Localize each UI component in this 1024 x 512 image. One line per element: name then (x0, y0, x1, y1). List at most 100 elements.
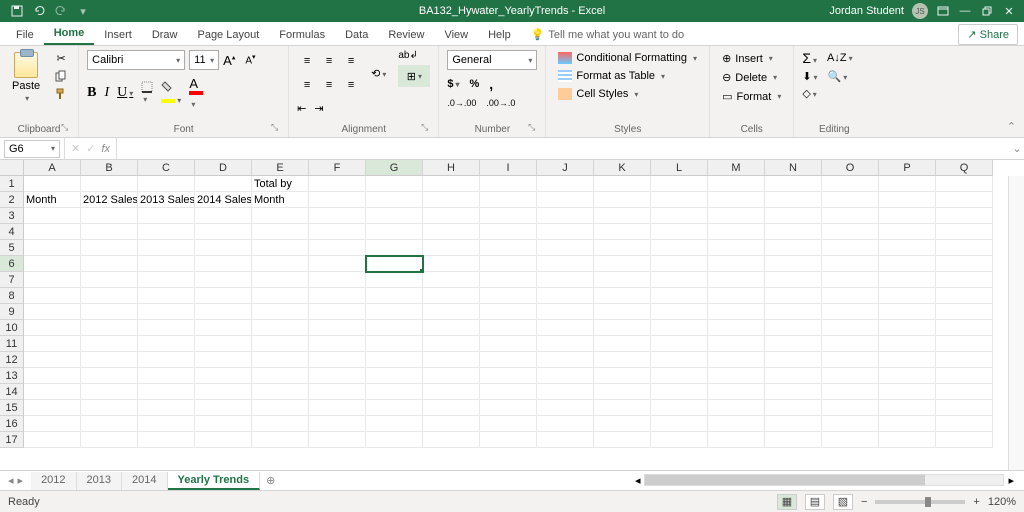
column-header[interactable]: G (366, 160, 423, 176)
cell[interactable] (651, 176, 708, 192)
cell[interactable] (879, 368, 936, 384)
cell[interactable] (765, 272, 822, 288)
tab-home[interactable]: Home (44, 23, 95, 45)
sheet-tab[interactable]: 2014 (122, 472, 167, 490)
cell[interactable] (252, 336, 309, 352)
cell[interactable] (537, 368, 594, 384)
tell-me-search[interactable]: 💡 Tell me what you want to do (521, 24, 694, 45)
horizontal-scrollbar[interactable]: ◂ ▸ (281, 474, 1024, 487)
cell[interactable] (252, 208, 309, 224)
cell[interactable] (822, 400, 879, 416)
cell[interactable] (423, 224, 480, 240)
cell[interactable] (309, 224, 366, 240)
column-header[interactable]: F (309, 160, 366, 176)
cell[interactable] (195, 384, 252, 400)
cell[interactable] (879, 288, 936, 304)
cell[interactable] (138, 336, 195, 352)
column-header[interactable]: A (24, 160, 81, 176)
cell[interactable] (936, 224, 993, 240)
row-header[interactable]: 11 (0, 336, 24, 352)
cell[interactable] (480, 400, 537, 416)
cell[interactable] (81, 384, 138, 400)
cell-styles-button[interactable]: Cell Styles▾ (554, 86, 701, 102)
cell[interactable] (936, 304, 993, 320)
cell[interactable] (480, 256, 537, 272)
font-dialog-launcher[interactable]: ⤡ (271, 122, 278, 133)
cell[interactable] (879, 240, 936, 256)
cell[interactable] (195, 320, 252, 336)
cell[interactable] (138, 176, 195, 192)
paste-button[interactable]: Paste ▾ (8, 50, 44, 105)
cell[interactable] (252, 400, 309, 416)
cell[interactable] (651, 400, 708, 416)
cell[interactable] (195, 416, 252, 432)
column-header[interactable]: Q (936, 160, 993, 176)
cell[interactable] (594, 176, 651, 192)
share-button[interactable]: ↗ Share (958, 24, 1018, 45)
cell[interactable] (537, 192, 594, 208)
cell[interactable] (594, 240, 651, 256)
tab-page-layout[interactable]: Page Layout (187, 25, 269, 45)
cell[interactable] (708, 208, 765, 224)
sheet-tab[interactable]: 2013 (77, 472, 122, 490)
cell[interactable] (822, 224, 879, 240)
cell[interactable] (138, 240, 195, 256)
cell[interactable] (366, 336, 423, 352)
cell[interactable] (81, 416, 138, 432)
hscroll-left-icon[interactable]: ◂ (635, 474, 641, 487)
cell[interactable] (537, 400, 594, 416)
cell[interactable] (480, 352, 537, 368)
cell[interactable] (708, 416, 765, 432)
cell[interactable] (309, 352, 366, 368)
align-bottom-icon[interactable]: ≡ (341, 50, 361, 72)
ribbon-display-icon[interactable] (936, 4, 950, 18)
cell[interactable] (537, 432, 594, 448)
cell[interactable] (765, 304, 822, 320)
autosum-button[interactable]: Σ▾ (802, 50, 817, 66)
cell[interactable] (537, 320, 594, 336)
cell[interactable] (24, 432, 81, 448)
cell[interactable] (879, 416, 936, 432)
cell[interactable] (423, 192, 480, 208)
row-header[interactable]: 2 (0, 192, 24, 208)
cell[interactable] (822, 336, 879, 352)
increase-decimal-icon[interactable]: .0→.00 (447, 98, 476, 108)
cell[interactable] (24, 304, 81, 320)
avatar[interactable]: JS (912, 3, 928, 19)
cell[interactable] (480, 432, 537, 448)
cell[interactable] (24, 288, 81, 304)
cell[interactable] (822, 320, 879, 336)
cell[interactable] (138, 272, 195, 288)
cell[interactable] (936, 400, 993, 416)
cell[interactable] (81, 400, 138, 416)
save-icon[interactable] (10, 4, 24, 18)
cell[interactable] (594, 256, 651, 272)
cell[interactable] (822, 304, 879, 320)
cell[interactable] (708, 192, 765, 208)
cell[interactable] (765, 400, 822, 416)
cell[interactable] (195, 368, 252, 384)
cell[interactable] (480, 176, 537, 192)
cell[interactable] (822, 272, 879, 288)
tab-draw[interactable]: Draw (142, 25, 188, 45)
cell[interactable] (822, 176, 879, 192)
cell[interactable] (423, 416, 480, 432)
cell[interactable] (480, 288, 537, 304)
cell[interactable] (936, 416, 993, 432)
cell[interactable] (423, 272, 480, 288)
cell[interactable] (651, 336, 708, 352)
cell[interactable] (594, 208, 651, 224)
cell[interactable] (195, 336, 252, 352)
insert-cells-button[interactable]: ⊕Insert▾ (718, 50, 785, 67)
cell[interactable] (708, 400, 765, 416)
cell[interactable] (138, 224, 195, 240)
cell[interactable] (537, 304, 594, 320)
cell[interactable] (252, 288, 309, 304)
cell[interactable] (822, 384, 879, 400)
tab-formulas[interactable]: Formulas (269, 25, 335, 45)
cell[interactable] (480, 336, 537, 352)
decrease-indent-icon[interactable]: ⇤ (297, 102, 306, 115)
cell[interactable] (708, 368, 765, 384)
cell[interactable] (822, 352, 879, 368)
cell[interactable] (138, 352, 195, 368)
